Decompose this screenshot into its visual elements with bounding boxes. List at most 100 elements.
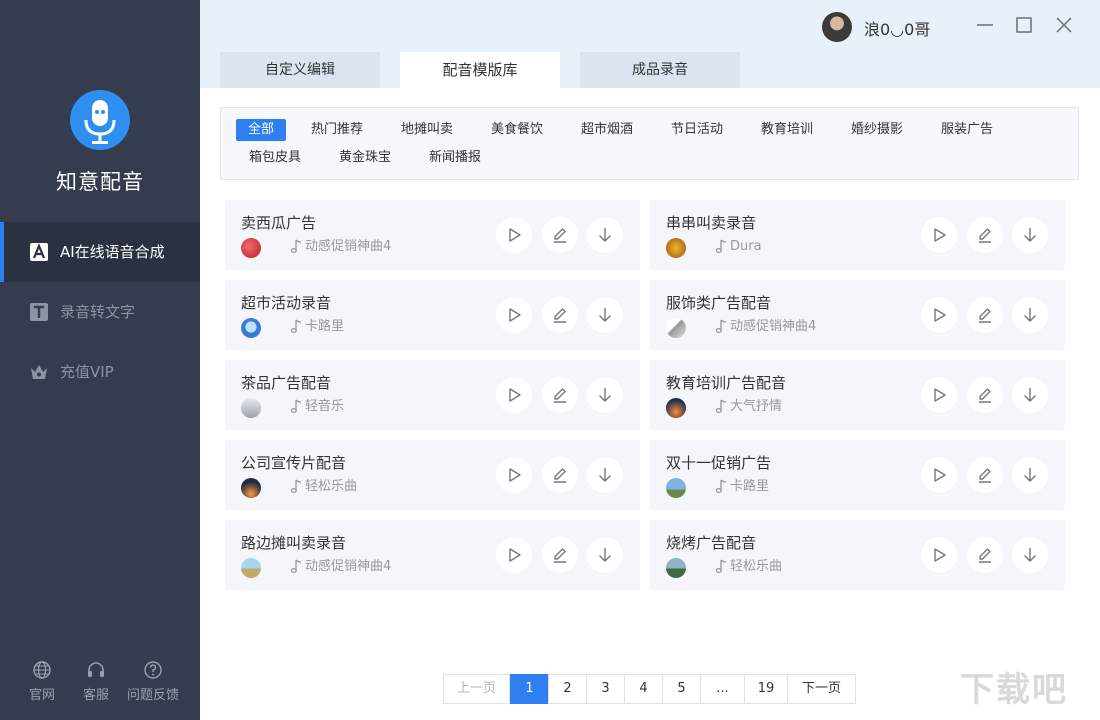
edit-button[interactable]	[967, 297, 1003, 333]
category-all[interactable]: 全部	[236, 119, 286, 141]
ai-letter-icon	[30, 243, 48, 261]
template-card[interactable]: 串串叫卖录音 Dura	[650, 200, 1065, 270]
avatar[interactable]	[822, 12, 852, 42]
download-button[interactable]	[1012, 377, 1048, 413]
edit-button[interactable]	[542, 457, 578, 493]
play-button[interactable]	[496, 377, 532, 413]
download-button[interactable]	[1012, 217, 1048, 253]
template-card[interactable]: 服饰类广告配音 动感促销神曲4	[650, 280, 1065, 350]
pagination-page[interactable]: 19	[744, 674, 788, 704]
music-note-icon	[289, 398, 303, 414]
maximize-icon[interactable]	[1013, 14, 1035, 36]
music-note-icon	[289, 558, 303, 574]
template-title: 烧烤广告配音	[666, 534, 757, 552]
template-card[interactable]: 茶品广告配音 轻音乐	[225, 360, 640, 430]
category-item[interactable]: 新闻播报	[419, 147, 491, 169]
pagination-page[interactable]: 1	[510, 674, 549, 704]
edit-button[interactable]	[542, 377, 578, 413]
edit-button[interactable]	[542, 297, 578, 333]
template-title: 服饰类广告配音	[666, 294, 772, 312]
category-item[interactable]: 教育培训	[751, 119, 823, 141]
play-button[interactable]	[921, 297, 957, 333]
template-title: 串串叫卖录音	[666, 214, 757, 232]
template-card[interactable]: 烧烤广告配音 轻松乐曲	[650, 520, 1065, 590]
play-button[interactable]	[921, 217, 957, 253]
tab-finished-recordings[interactable]: 成品录音	[580, 52, 740, 88]
footer-feedback-link[interactable]: 问题反馈	[122, 660, 184, 703]
edit-button[interactable]	[967, 377, 1003, 413]
music-note-icon	[714, 478, 728, 494]
template-card[interactable]: 路边摊叫卖录音 动感促销神曲4	[225, 520, 640, 590]
template-music: Dura	[730, 239, 762, 254]
category-item[interactable]: 服装广告	[931, 119, 1003, 141]
template-title: 双十一促销广告	[666, 454, 772, 472]
template-thumbnail	[241, 478, 261, 498]
template-music: 动感促销神曲4	[305, 239, 392, 254]
minimize-icon[interactable]	[974, 14, 996, 36]
edit-button[interactable]	[967, 217, 1003, 253]
category-item[interactable]: 黄金珠宝	[329, 147, 401, 169]
pagination-ellipsis: ...	[700, 674, 745, 704]
play-button[interactable]	[921, 377, 957, 413]
sidebar-item-ai-synthesis[interactable]: AI在线语音合成	[0, 222, 200, 282]
template-thumbnail	[666, 558, 686, 578]
edit-button[interactable]	[542, 537, 578, 573]
download-button[interactable]	[1012, 537, 1048, 573]
template-title: 茶品广告配音	[241, 374, 332, 392]
template-music: 大气抒情	[730, 399, 783, 414]
download-button[interactable]	[587, 457, 623, 493]
play-button[interactable]	[496, 457, 532, 493]
sidebar-item-vip[interactable]: 充值VIP	[0, 342, 200, 402]
music-note-icon	[714, 558, 728, 574]
category-item[interactable]: 婚纱摄影	[841, 119, 913, 141]
download-button[interactable]	[1012, 297, 1048, 333]
microphone-icon	[84, 100, 116, 144]
template-card[interactable]: 教育培训广告配音大气抒情	[650, 360, 1065, 430]
category-item[interactable]: 地摊叫卖	[391, 119, 463, 141]
template-title: 教育培训广告配音	[666, 374, 787, 392]
download-button[interactable]	[587, 537, 623, 573]
download-button[interactable]	[587, 217, 623, 253]
edit-button[interactable]	[967, 457, 1003, 493]
download-button[interactable]	[587, 297, 623, 333]
category-item[interactable]: 超市烟酒	[571, 119, 643, 141]
template-card[interactable]: 卖西瓜广告 动感促销神曲4	[225, 200, 640, 270]
music-note-icon	[289, 318, 303, 334]
crown-icon	[31, 365, 47, 379]
play-button[interactable]	[496, 537, 532, 573]
template-title: 公司宣传片配音	[241, 454, 347, 472]
pagination-next[interactable]: 下一页	[787, 674, 856, 704]
footer-support-link[interactable]: 客服	[66, 660, 126, 703]
play-button[interactable]	[921, 537, 957, 573]
download-button[interactable]	[1012, 457, 1048, 493]
pagination-page[interactable]: 2	[548, 674, 587, 704]
download-button[interactable]	[587, 377, 623, 413]
footer-website-link[interactable]: 官网	[12, 660, 72, 703]
sidebar-item-speech-to-text[interactable]: 录音转文字	[0, 282, 200, 342]
category-filter	[220, 107, 1079, 180]
tab-template-library[interactable]: 配音模版库	[400, 52, 560, 88]
play-button[interactable]	[496, 217, 532, 253]
username[interactable]: 浪0◡0哥	[864, 16, 930, 40]
play-button[interactable]	[496, 297, 532, 333]
play-button[interactable]	[921, 457, 957, 493]
template-card[interactable]: 超市活动录音 卡路里	[225, 280, 640, 350]
pagination-page[interactable]: 4	[624, 674, 663, 704]
template-thumbnail	[666, 318, 686, 338]
category-item[interactable]: 节日活动	[661, 119, 733, 141]
edit-button[interactable]	[542, 217, 578, 253]
template-title: 超市活动录音	[241, 294, 332, 312]
pagination-page[interactable]: 3	[586, 674, 625, 704]
category-item[interactable]: 美食餐饮	[481, 119, 553, 141]
category-item[interactable]: 箱包皮具	[239, 147, 311, 169]
edit-button[interactable]	[967, 537, 1003, 573]
pagination-prev[interactable]: 上一页	[443, 674, 510, 704]
pagination-page[interactable]: 5	[662, 674, 701, 704]
close-icon[interactable]	[1053, 14, 1075, 36]
category-item[interactable]: 热门推荐	[301, 119, 373, 141]
tab-custom-edit[interactable]: 自定义编辑	[220, 52, 380, 88]
template-card[interactable]: 双十一促销广告 卡路里	[650, 440, 1065, 510]
watermark: 下载吧	[960, 670, 1068, 710]
template-thumbnail	[666, 478, 686, 498]
template-card[interactable]: 公司宣传片配音 轻松乐曲	[225, 440, 640, 510]
